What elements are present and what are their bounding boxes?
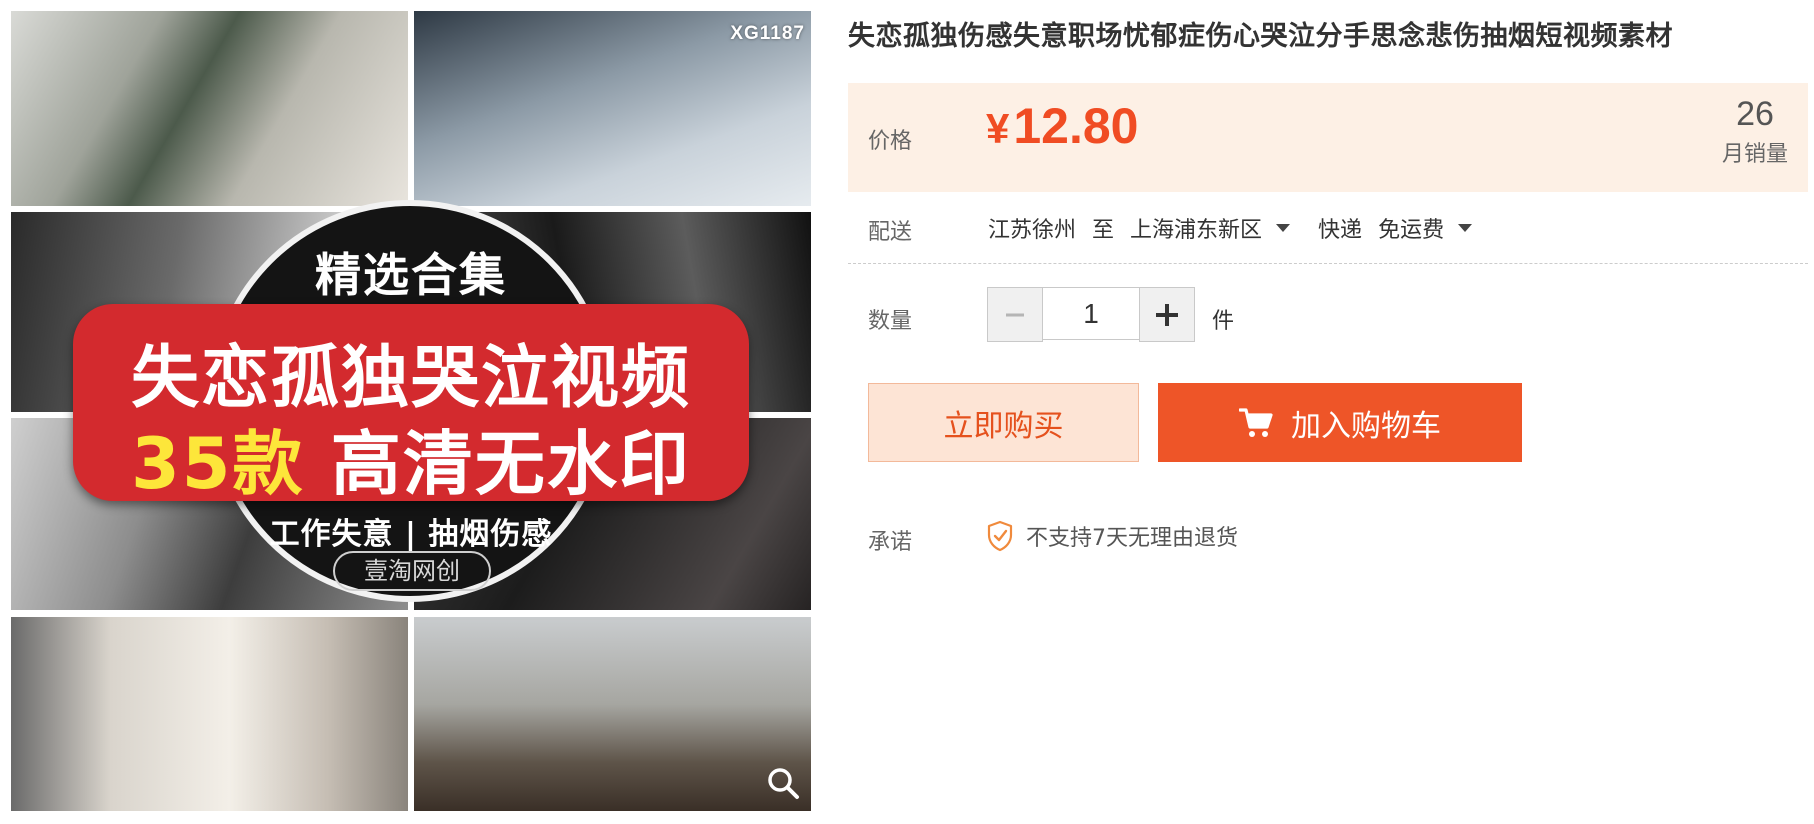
shield-check-icon	[987, 520, 1013, 552]
ship-to: 至	[1092, 218, 1115, 243]
minus-icon	[1006, 313, 1024, 316]
quantity-stepper	[987, 287, 1195, 342]
price-amount: 12.80	[1013, 98, 1139, 154]
photo-tile-falling-papers: XG1187	[414, 11, 811, 206]
currency-symbol: ¥	[986, 105, 1010, 152]
photo-tile-woman-window	[11, 11, 408, 206]
buy-now-button[interactable]: 立即购买	[868, 383, 1139, 462]
photo-tile-girl-bed	[11, 617, 408, 811]
divider	[848, 263, 1808, 264]
quantity-unit: 件	[1212, 309, 1235, 334]
sales-label: 月销量	[1721, 142, 1788, 167]
brand-watermark: 壹淘网创	[333, 551, 491, 591]
promise-text: 不支持7天无理由退货	[1026, 526, 1238, 551]
chevron-down-icon[interactable]	[1276, 224, 1291, 232]
ship-fee[interactable]: 免运费	[1378, 212, 1444, 244]
quantity-label: 数量	[868, 309, 913, 334]
banner-quality: 高清无水印	[330, 423, 691, 505]
banner-headline: 失恋孤独哭泣视频	[130, 339, 691, 418]
add-to-cart-label: 加入购物车	[1291, 408, 1441, 444]
chevron-down-icon[interactable]	[1458, 224, 1473, 232]
price-panel: 价格 ¥12.80 26 月销量	[848, 83, 1808, 192]
ship-origin: 江苏徐州	[988, 218, 1077, 243]
shipping-row: 江苏徐州 至 上海浦东新区 快递 免运费	[988, 212, 1500, 244]
photo-tile-window-city	[414, 617, 811, 811]
price-value: ¥12.80	[986, 97, 1138, 155]
plus-icon	[1156, 303, 1178, 326]
promise-row: 不支持7天无理由退货	[986, 520, 1238, 552]
quantity-input[interactable]	[1043, 287, 1139, 340]
sales-count: 26	[1736, 95, 1774, 133]
banner-tags: 工作失意 | 抽烟伤感	[269, 517, 553, 552]
product-code: XG1187	[730, 23, 805, 44]
ship-method-select[interactable]: 快递	[1318, 212, 1362, 244]
magnifier-icon[interactable]	[765, 765, 801, 801]
monthly-sales: 26 月销量	[1722, 95, 1788, 168]
cart-icon	[1239, 407, 1273, 437]
product-image[interactable]: XG1187 精选合集 失恋孤独哭泣视频 35款 高清无水印 工作失意 | 抽烟…	[11, 11, 811, 811]
collection-title: 精选合集	[315, 248, 507, 302]
price-label: 价格	[868, 129, 913, 154]
promo-banner: 失恋孤独哭泣视频 35款 高清无水印	[73, 304, 749, 505]
promise-label: 承诺	[868, 530, 913, 555]
banner-subline: 35款 高清无水印	[73, 408, 749, 509]
ship-destination-select[interactable]: 上海浦东新区	[1130, 212, 1262, 244]
decrease-button[interactable]	[987, 287, 1043, 342]
increase-button[interactable]	[1139, 287, 1195, 342]
banner-count: 35款	[131, 423, 305, 505]
shipping-label: 配送	[868, 220, 913, 245]
product-title: 失恋孤独伤感失意职场忧郁症伤心哭泣分手思念悲伤抽烟短视频素材	[848, 21, 1673, 52]
add-to-cart-button[interactable]: 加入购物车	[1158, 383, 1522, 462]
